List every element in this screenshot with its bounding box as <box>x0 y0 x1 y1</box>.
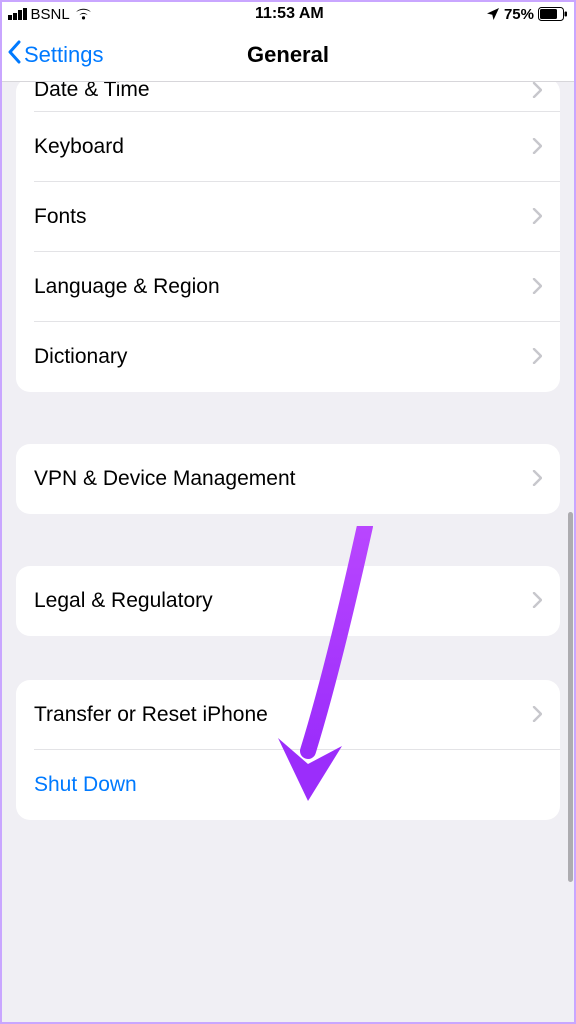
chevron-right-icon <box>532 274 542 300</box>
status-right: 75% <box>486 6 568 23</box>
row-label: Shut Down <box>34 773 542 797</box>
cellular-signal-icon <box>8 8 27 21</box>
row-label: Keyboard <box>34 135 532 159</box>
row-label: Legal & Regulatory <box>34 589 532 613</box>
group-spacer <box>16 514 560 566</box>
status-bar: BSNL 11:53 AM 75% <box>0 0 576 28</box>
chevron-left-icon <box>6 40 22 70</box>
row-label: VPN & Device Management <box>34 467 532 491</box>
wifi-icon <box>74 7 93 21</box>
nav-bar: Settings General <box>0 28 576 82</box>
row-keyboard[interactable]: Keyboard <box>16 112 560 182</box>
row-date-time[interactable]: Date & Time <box>16 82 560 112</box>
row-label: Transfer or Reset iPhone <box>34 703 532 727</box>
chevron-right-icon <box>532 134 542 160</box>
settings-group: Legal & Regulatory <box>16 566 560 636</box>
battery-icon <box>538 7 568 21</box>
chevron-right-icon <box>532 344 542 370</box>
scrollbar-thumb[interactable] <box>568 512 573 882</box>
row-label: Date & Time <box>34 82 532 102</box>
settings-group: Transfer or Reset iPhone Shut Down <box>16 680 560 820</box>
row-vpn-device-mgmt[interactable]: VPN & Device Management <box>16 444 560 514</box>
row-shut-down[interactable]: Shut Down <box>16 750 560 820</box>
back-label: Settings <box>24 42 104 68</box>
row-fonts[interactable]: Fonts <box>16 182 560 252</box>
battery-percent: 75% <box>504 6 534 23</box>
back-button[interactable]: Settings <box>0 40 104 70</box>
chevron-right-icon <box>532 204 542 230</box>
carrier-label: BSNL <box>31 6 70 23</box>
group-spacer <box>16 636 560 680</box>
chevron-right-icon <box>532 82 542 104</box>
settings-group: Date & Time Keyboard Fonts Language & Re… <box>16 82 560 392</box>
row-transfer-reset[interactable]: Transfer or Reset iPhone <box>16 680 560 750</box>
row-legal-regulatory[interactable]: Legal & Regulatory <box>16 566 560 636</box>
status-left: BSNL <box>8 6 93 23</box>
row-label: Dictionary <box>34 345 532 369</box>
row-language-region[interactable]: Language & Region <box>16 252 560 322</box>
row-label: Language & Region <box>34 275 532 299</box>
content-scroll[interactable]: Date & Time Keyboard Fonts Language & Re… <box>0 82 576 1024</box>
group-spacer <box>16 392 560 444</box>
clock-time: 11:53 AM <box>255 5 324 23</box>
chevron-right-icon <box>532 466 542 492</box>
settings-group: VPN & Device Management <box>16 444 560 514</box>
row-dictionary[interactable]: Dictionary <box>16 322 560 392</box>
chevron-right-icon <box>532 588 542 614</box>
chevron-right-icon <box>532 702 542 728</box>
location-icon <box>486 7 500 21</box>
row-label: Fonts <box>34 205 532 229</box>
